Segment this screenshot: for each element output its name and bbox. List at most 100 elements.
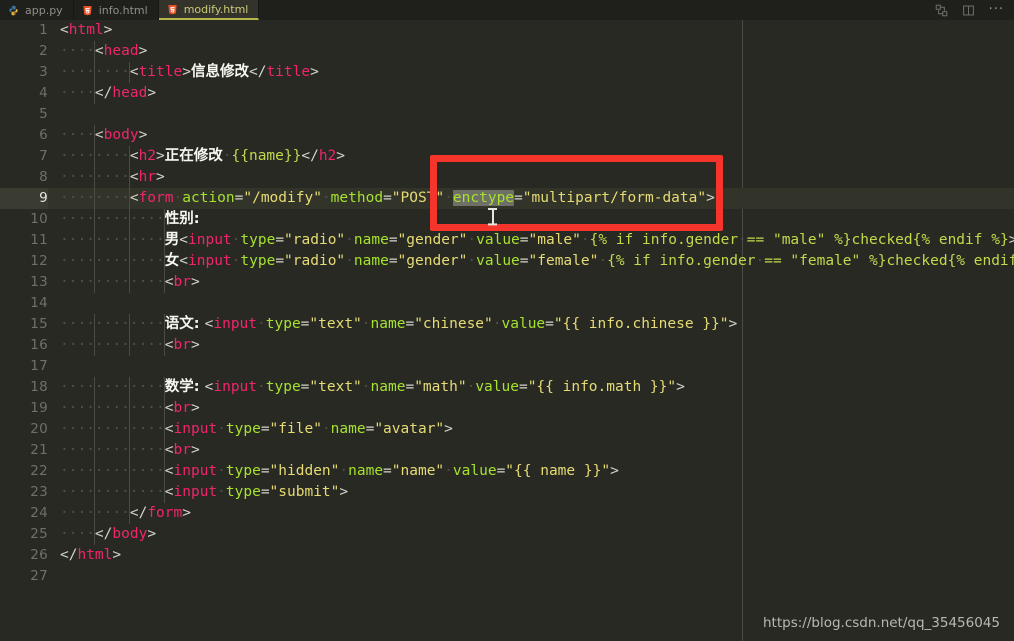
code-line-content[interactable]: ············<br>: [60, 440, 200, 461]
tab-label: modify.html: [183, 2, 249, 16]
code-line[interactable]: 2 ····<head>: [0, 41, 1014, 62]
code-line[interactable]: 20 ············<input·type="file"·name="a…: [0, 419, 1014, 440]
code-token-ws: ············: [60, 400, 165, 416]
code-line-content[interactable]: ············<br>: [60, 335, 200, 356]
code-token-ws: ·: [321, 190, 331, 206]
code-line[interactable]: 27: [0, 566, 1014, 587]
code-token-str: "multipart/form-data": [522, 190, 707, 206]
code-token-attr: name: [353, 232, 389, 248]
more-actions-icon[interactable]: ···: [989, 3, 1004, 16]
code-token-punc: >: [610, 463, 619, 479]
code-line-content[interactable]: ····<body>: [60, 125, 147, 146]
code-token-attr: value: [476, 253, 520, 269]
code-token-ws: ·: [173, 190, 183, 206]
code-line-content[interactable]: ········</form>: [60, 503, 191, 524]
code-token-tmpl: {% if info.gender: [607, 253, 756, 269]
code-line[interactable]: 16 ············<br>: [0, 335, 1014, 356]
code-line[interactable]: 12 ············女<input·type="radio"·name=…: [0, 251, 1014, 272]
code-line-content[interactable]: ············<input·type="hidden"·name="n…: [60, 461, 619, 482]
code-token-punc: >: [147, 85, 157, 101]
code-line[interactable]: 26 </html>: [0, 545, 1014, 566]
html5-file-icon: [167, 4, 178, 15]
tab-modify-html[interactable]: modify.html: [158, 0, 260, 20]
code-token-str: "text": [309, 379, 362, 395]
code-token-str: "hidden": [269, 463, 340, 479]
code-line-content[interactable]: ············数学: <input·type="text"·name=…: [60, 377, 685, 398]
code-token-punc: >: [138, 127, 148, 143]
line-number: 13: [30, 274, 48, 290]
code-line[interactable]: 4 ····</head>: [0, 83, 1014, 104]
code-line-content[interactable]: ············语文: <input·type="text"·name=…: [60, 314, 737, 335]
code-line[interactable]: 18 ············数学: <input·type="text"·nam…: [0, 377, 1014, 398]
code-token-punc: >: [339, 484, 349, 500]
code-line-content[interactable]: ········<hr>: [60, 167, 165, 188]
code-line-content[interactable]: ············男<input·type="radio"·name="g…: [60, 230, 1014, 251]
code-line[interactable]: 3 ········<title>信息修改</title>: [0, 62, 1014, 83]
code-line-content[interactable]: <html>: [60, 20, 112, 41]
code-line-content[interactable]: ········<title>信息修改</title>: [60, 62, 319, 83]
tab-bar-spacer: [259, 0, 934, 20]
code-line[interactable]: 21 ············<br>: [0, 440, 1014, 461]
code-line[interactable]: 24 ········</form>: [0, 503, 1014, 524]
code-line-content[interactable]: ············女<input·type="radio"·name="g…: [60, 251, 1014, 272]
code-line[interactable]: 25 ····</body>: [0, 524, 1014, 545]
code-token-ws: ········: [60, 190, 130, 206]
code-token-punc: >: [676, 379, 685, 395]
code-line[interactable]: 13 ············<br>: [0, 272, 1014, 293]
code-token-tag: head: [112, 85, 148, 101]
code-line-content[interactable]: ············<br>: [60, 398, 200, 419]
code-token-ws: ····: [60, 43, 95, 59]
tab-app-py[interactable]: app.py: [0, 0, 74, 20]
line-number: 22: [30, 463, 48, 479]
code-line[interactable]: 5: [0, 104, 1014, 125]
code-token-tag: title: [266, 64, 311, 80]
code-token-ws: ·: [339, 463, 349, 479]
code-line-content[interactable]: </html>: [60, 545, 121, 566]
code-token-text: 性别:: [164, 211, 200, 227]
code-line-content[interactable]: ····</head>: [60, 83, 156, 104]
code-token-str: "radio": [284, 232, 346, 248]
line-number: 17: [30, 358, 48, 374]
code-line-content[interactable]: ············<input·type="submit">: [60, 482, 348, 503]
code-token-ws: ····: [60, 127, 95, 143]
line-number: 11: [30, 232, 48, 248]
code-token-str: "avatar": [374, 421, 445, 437]
code-line[interactable]: 11 ············男<input·type="radio"·name=…: [0, 230, 1014, 251]
code-line[interactable]: 15 ············语文: <input·type="text"·nam…: [0, 314, 1014, 335]
line-number: 8: [39, 169, 48, 185]
code-line[interactable]: 14: [0, 293, 1014, 314]
code-token-ws: ·: [222, 148, 232, 164]
code-line[interactable]: 22 ············<input·type="hidden"·name=…: [0, 461, 1014, 482]
code-editor[interactable]: 1 <html> 2 ····<head> 3 ········<title>信息修改</…: [0, 20, 1014, 641]
split-editor-icon[interactable]: [935, 4, 948, 17]
code-token-tag: form: [138, 190, 174, 206]
code-token-op: =: [275, 253, 285, 269]
line-number: 7: [39, 148, 48, 164]
code-line-content[interactable]: ········<form·action="/modify"·method="P…: [60, 188, 715, 209]
code-line[interactable]: 1 <html>: [0, 20, 1014, 41]
code-line-content[interactable]: ············<input·type="file"·name="ava…: [60, 419, 453, 440]
code-line[interactable]: 9 ········<form·action="/modify"·method="…: [0, 188, 1014, 209]
code-line[interactable]: 10 ············性别:: [0, 209, 1014, 230]
tab-info-html[interactable]: info.html: [74, 0, 159, 20]
code-line[interactable]: 7 ········<h2>正在修改·{{name}}</h2>: [0, 146, 1014, 167]
code-line-content[interactable]: ············<br>: [60, 272, 200, 293]
code-token-punc: <: [164, 337, 174, 353]
code-line[interactable]: 19 ············<br>: [0, 398, 1014, 419]
code-token-ws: ·: [217, 484, 226, 500]
code-token-attr: action: [182, 190, 235, 206]
code-line[interactable]: 6 ····<body>: [0, 125, 1014, 146]
code-line[interactable]: 8 ········<hr>: [0, 167, 1014, 188]
code-lines-container[interactable]: 1 <html> 2 ····<head> 3 ········<title>信息修改</…: [0, 20, 1014, 587]
code-token-punc: <: [164, 274, 174, 290]
code-token-ws: ·: [257, 379, 266, 395]
code-line-content[interactable]: ····</body>: [60, 524, 156, 545]
code-line[interactable]: 17: [0, 356, 1014, 377]
code-line[interactable]: 23 ············<input·type="submit">: [0, 482, 1014, 503]
toggle-panel-icon[interactable]: [962, 4, 975, 17]
code-token-punc: >: [147, 526, 157, 542]
code-line-content[interactable]: ········<h2>正在修改·{{name}}</h2>: [60, 146, 345, 167]
code-line-content[interactable]: ····<head>: [60, 41, 147, 62]
code-line-content[interactable]: ············性别:: [60, 209, 200, 230]
line-number: 12: [30, 253, 48, 269]
